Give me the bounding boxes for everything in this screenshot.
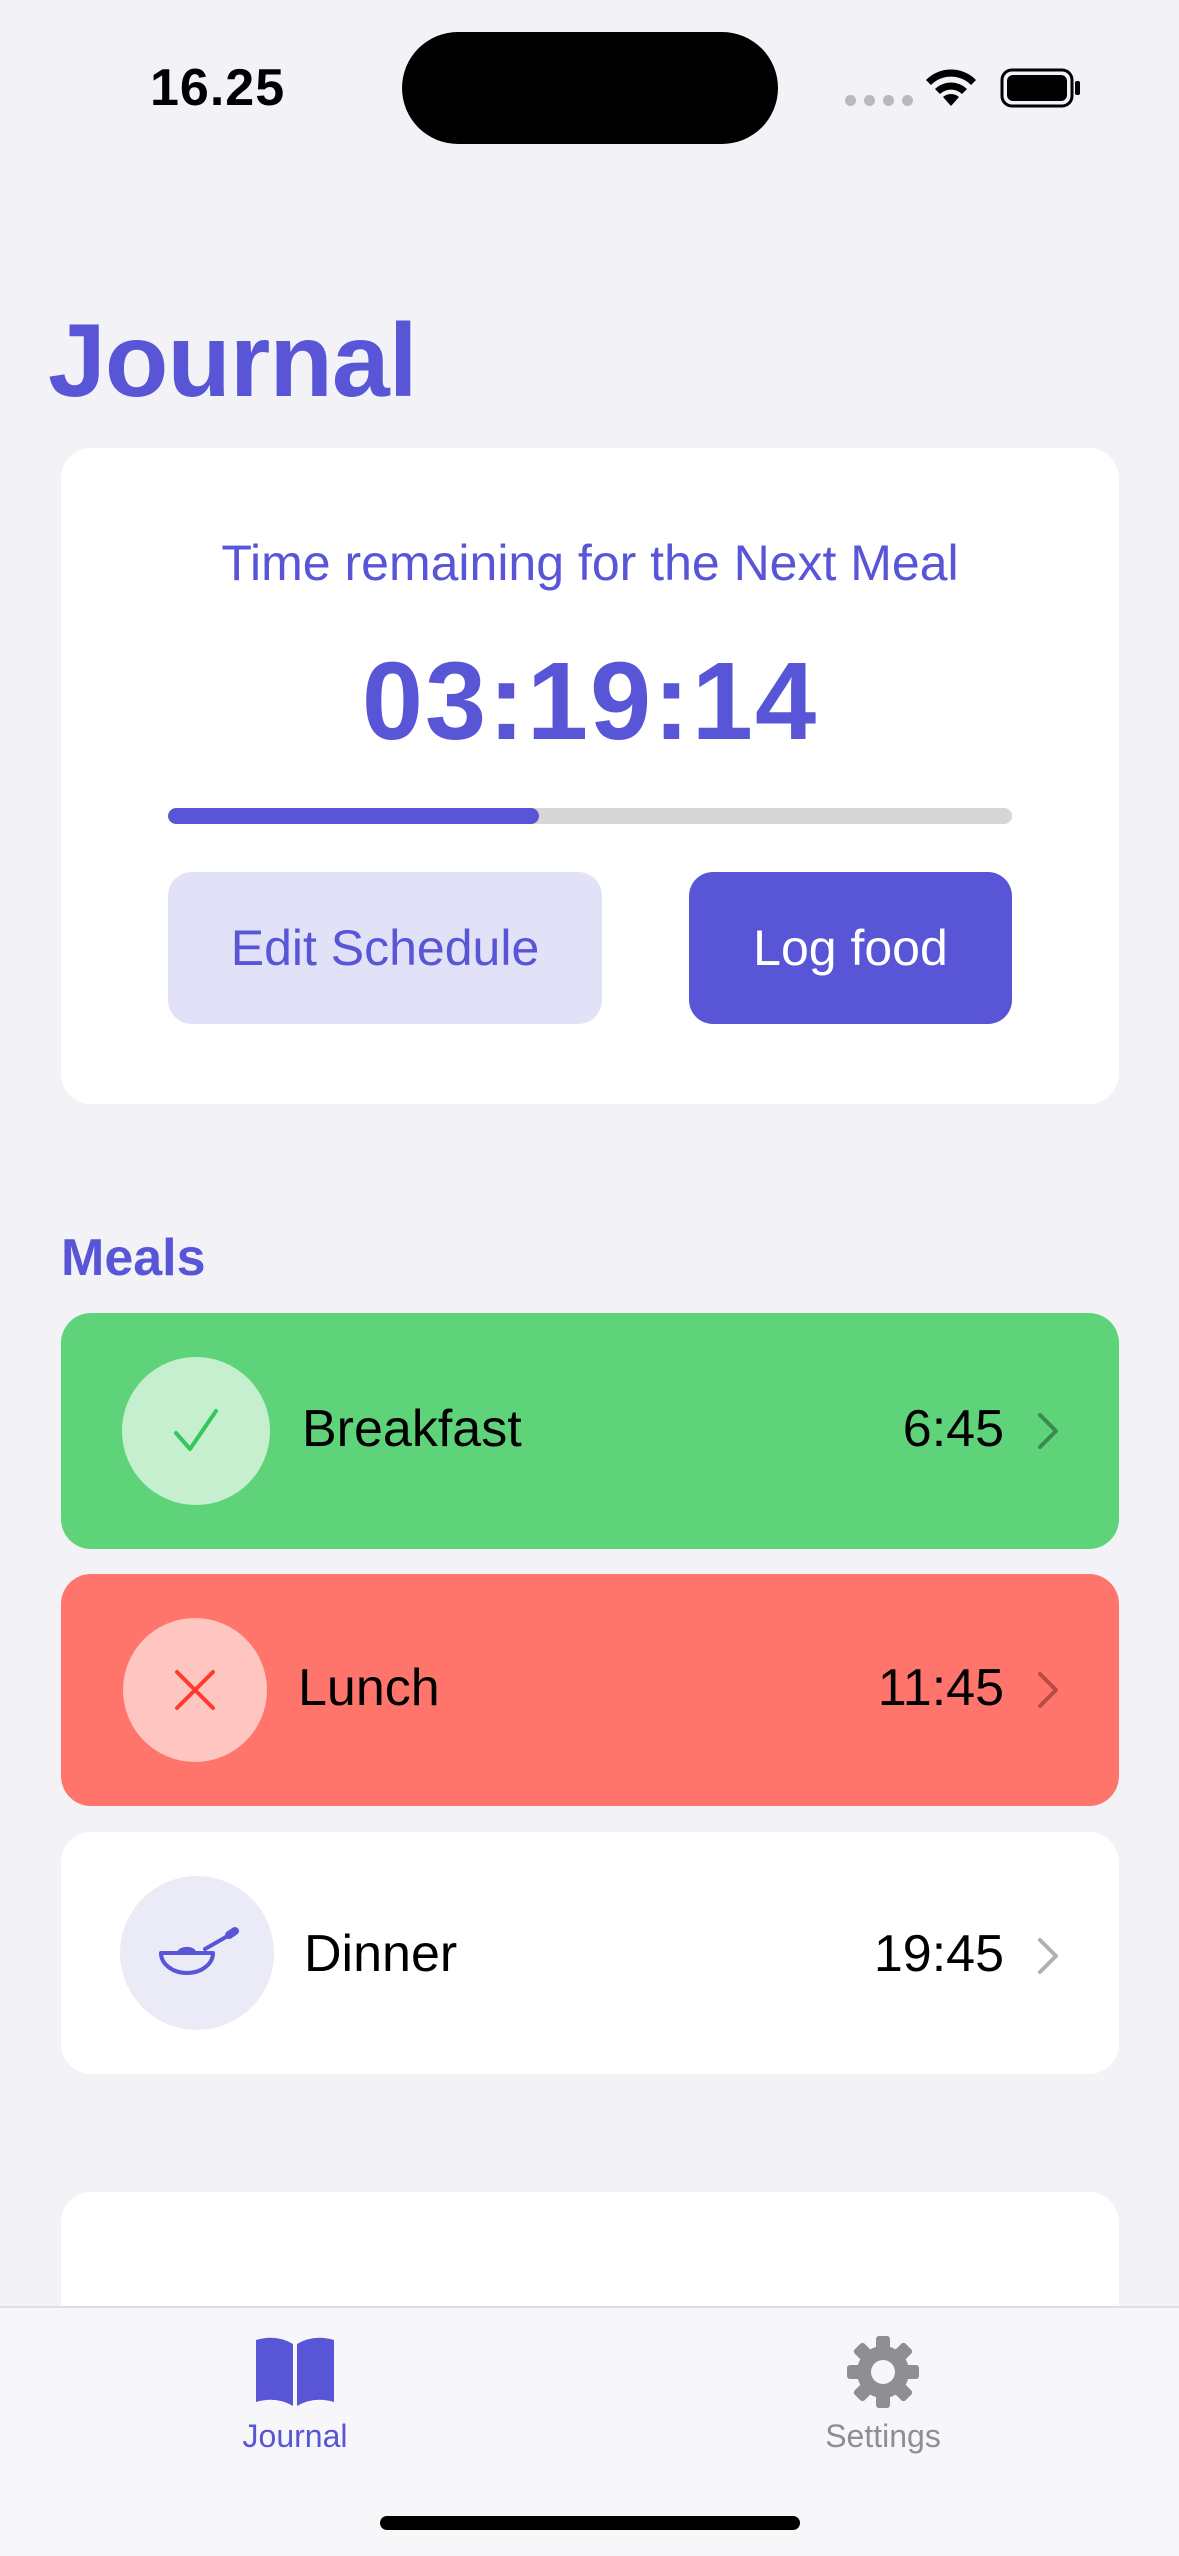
meal-time: 11:45: [877, 1659, 1004, 1717]
bowl-icon: [159, 1927, 239, 1975]
meals-section-title: Meals: [61, 1229, 206, 1287]
chevron-right-icon: [1038, 1938, 1058, 1974]
meal-time: 19:45: [873, 1925, 1004, 1983]
wifi-icon: [926, 69, 976, 106]
timer-caption: Time remaining for the Next Meal: [221, 535, 959, 591]
gear-icon: [847, 2336, 919, 2408]
status-time: 16.25: [150, 59, 286, 117]
page-title: Journal: [48, 303, 418, 419]
meal-row-lunch[interactable]: Lunch 11:45: [61, 1574, 1119, 1806]
tab-journal[interactable]: Journal: [165, 2332, 425, 2455]
dinner-status-badge: [120, 1876, 274, 2030]
chevron-right-icon: [1038, 1672, 1058, 1708]
edit-schedule-button[interactable]: Edit Schedule: [168, 872, 602, 1024]
lunch-status-badge: [123, 1618, 267, 1762]
meal-progress-bar: [168, 808, 1012, 824]
meal-row-dinner[interactable]: Dinner 19:45: [61, 1832, 1119, 2074]
xmark-icon: [175, 1670, 215, 1710]
meal-row-breakfast[interactable]: Breakfast 6:45: [61, 1313, 1119, 1549]
next-meal-card: Time remaining for the Next Meal 03:19:1…: [61, 448, 1119, 1104]
dynamic-island: [402, 32, 778, 144]
meal-name: Dinner: [304, 1925, 458, 1983]
tab-label: Journal: [242, 2418, 348, 2454]
journal-screen: 16.25 Journal Time remaining for the Nex…: [0, 0, 1179, 2556]
countdown-timer: 03:19:14: [361, 640, 819, 763]
checkmark-icon: [174, 1409, 218, 1451]
home-indicator[interactable]: [380, 2516, 800, 2530]
meal-name: Breakfast: [302, 1400, 522, 1458]
log-food-button[interactable]: Log food: [689, 872, 1012, 1024]
meal-name: Lunch: [298, 1659, 440, 1717]
battery-icon: [1000, 68, 1080, 108]
progress-fill: [168, 808, 540, 824]
book-icon: [256, 2337, 334, 2406]
tab-settings[interactable]: Settings: [753, 2332, 1013, 2455]
meal-time: 6:45: [902, 1400, 1004, 1458]
breakfast-status-badge: [122, 1357, 270, 1505]
cellular-signal-icon: [845, 95, 913, 106]
chevron-right-icon: [1038, 1413, 1058, 1449]
tab-label: Settings: [825, 2418, 941, 2454]
